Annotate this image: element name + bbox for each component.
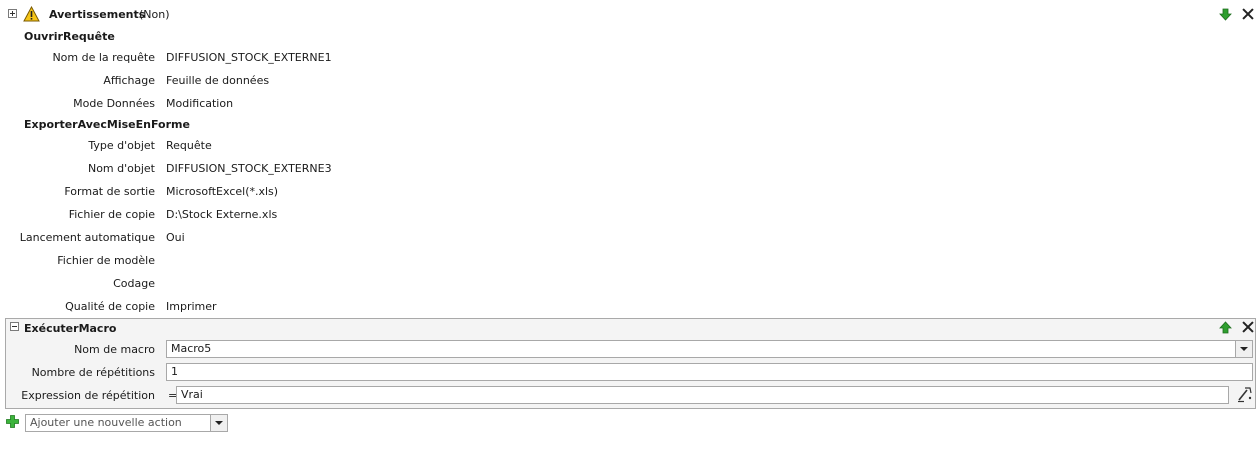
field-label: Codage bbox=[113, 277, 155, 290]
run-macro-header: ExécuterMacro bbox=[24, 322, 117, 335]
field-label: Affichage bbox=[103, 74, 155, 87]
add-action-plus-icon[interactable] bbox=[6, 415, 19, 428]
collapse-run-macro-toggle[interactable] bbox=[10, 322, 19, 331]
field-value[interactable]: D:\Stock Externe.xls bbox=[166, 208, 277, 221]
field-label: Nom de la requête bbox=[52, 51, 155, 64]
field-label: Lancement automatique bbox=[19, 231, 155, 244]
field-value[interactable]: Oui bbox=[166, 231, 185, 244]
field-value[interactable]: Modification bbox=[166, 97, 233, 110]
expression-builder-icon[interactable] bbox=[1236, 386, 1253, 403]
chevron-down-icon[interactable] bbox=[210, 415, 227, 431]
field-value[interactable]: Requête bbox=[166, 139, 212, 152]
move-down-arrow-icon[interactable] bbox=[1219, 8, 1232, 21]
close-action-icon[interactable] bbox=[1242, 8, 1254, 20]
field-label: Fichier de modèle bbox=[57, 254, 155, 267]
field-value[interactable]: Imprimer bbox=[166, 300, 217, 313]
open-query-header: OuvrirRequête bbox=[24, 30, 115, 43]
repeat-expression-label: Expression de répétition bbox=[21, 389, 155, 402]
field-label: Type d'objet bbox=[88, 139, 155, 152]
move-up-arrow-icon[interactable] bbox=[1219, 321, 1232, 334]
field-value[interactable]: MicrosoftExcel(*.xls) bbox=[166, 185, 278, 198]
field-label: Qualité de copie bbox=[65, 300, 155, 313]
add-action-placeholder: Ajouter une nouvelle action bbox=[30, 416, 182, 429]
field-value[interactable]: DIFFUSION_STOCK_EXTERNE3 bbox=[166, 162, 332, 175]
warning-icon bbox=[23, 6, 40, 22]
warnings-value: (Non) bbox=[139, 8, 170, 21]
field-value[interactable]: Feuille de données bbox=[166, 74, 269, 87]
add-action-dropdown[interactable]: Ajouter une nouvelle action bbox=[25, 414, 228, 432]
field-label: Nom d'objet bbox=[87, 162, 155, 175]
macro-name-label: Nom de macro bbox=[74, 343, 155, 356]
field-label: Format de sortie bbox=[64, 185, 155, 198]
chevron-down-icon[interactable] bbox=[1235, 341, 1252, 357]
repeat-count-value: 1 bbox=[171, 365, 178, 378]
field-label: Fichier de copie bbox=[68, 208, 155, 221]
field-label: Mode Données bbox=[73, 97, 155, 110]
repeat-expression-value: Vrai bbox=[181, 388, 203, 401]
repeat-count-input[interactable]: 1 bbox=[166, 363, 1253, 381]
field-value[interactable]: DIFFUSION_STOCK_EXTERNE1 bbox=[166, 51, 332, 64]
repeat-expression-input[interactable]: Vrai bbox=[176, 386, 1229, 404]
warnings-label: Avertissements bbox=[49, 8, 146, 21]
repeat-count-label: Nombre de répétitions bbox=[31, 366, 155, 379]
expand-warnings-toggle[interactable] bbox=[8, 9, 17, 18]
close-run-macro-icon[interactable] bbox=[1242, 321, 1254, 333]
macro-name-dropdown[interactable]: Macro5 bbox=[166, 340, 1253, 358]
macro-name-value: Macro5 bbox=[171, 342, 212, 355]
export-header: ExporterAvecMiseEnForme bbox=[24, 118, 190, 131]
